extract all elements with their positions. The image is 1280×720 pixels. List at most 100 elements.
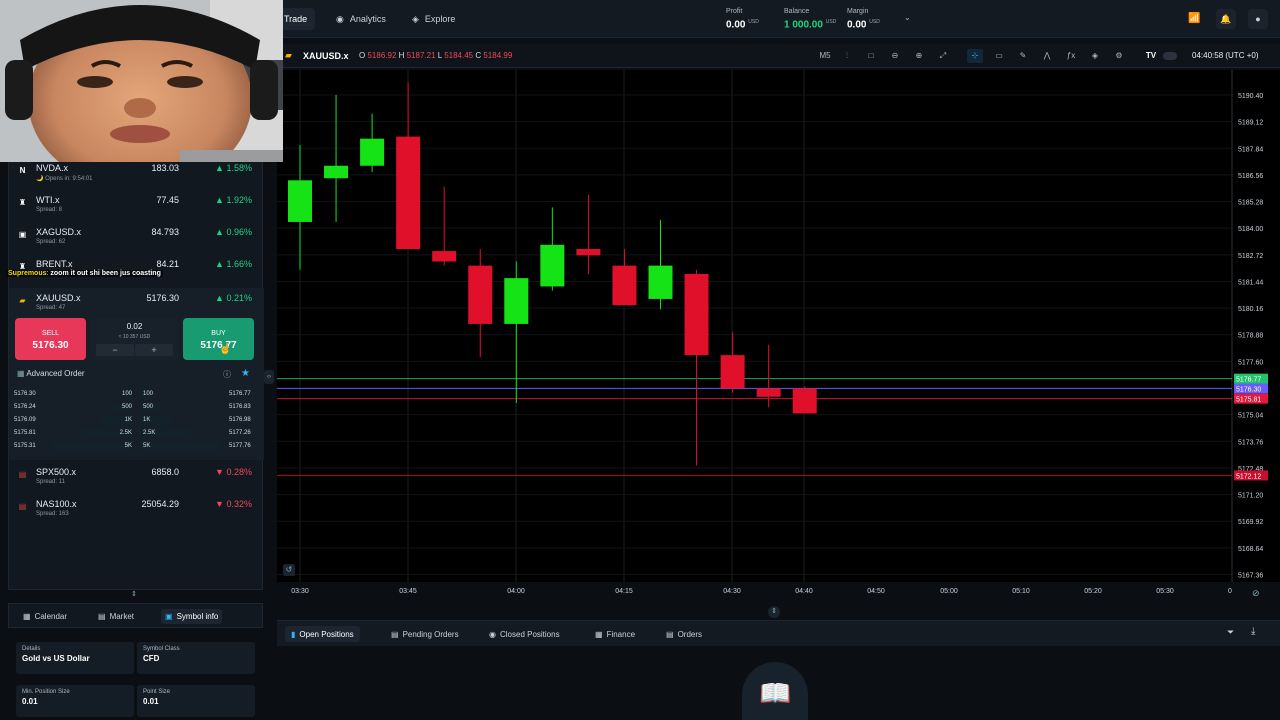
- x-tick-label: 04:40: [795, 588, 813, 595]
- zoom-out-icon[interactable]: ⊖: [887, 49, 903, 63]
- h-value: 5187.21: [406, 51, 436, 60]
- watchlist-row-brent[interactable]: ♜ BRENT.x 84.21 ▲ 1.66% Supremous: zoom …: [6, 256, 264, 288]
- filter-icon[interactable]: ⏷: [1227, 627, 1234, 638]
- watchlist-row-wti[interactable]: ♜ WTI.x Spread: 8 77.45 ▲ 1.92%: [9, 192, 264, 224]
- h-label: H: [398, 51, 405, 60]
- star-icon[interactable]: ★: [241, 368, 250, 379]
- crosshair-icon[interactable]: ⊹: [967, 49, 983, 63]
- fullscreen-icon[interactable]: ⤢: [935, 49, 951, 63]
- ask-price: 5176.77: [229, 391, 251, 397]
- decrease-button[interactable]: −: [96, 344, 134, 356]
- symbol-name: XAGUSD.x: [36, 227, 82, 237]
- tab-label: Orders: [677, 629, 703, 639]
- bid-price: 5176.30: [14, 391, 36, 397]
- toggle-switch[interactable]: [1163, 52, 1177, 60]
- tab-finance[interactable]: ▦ Finance: [589, 626, 641, 642]
- symbol-sub: Spread: 47: [36, 305, 66, 311]
- info-icon[interactable]: ⓘ: [223, 369, 231, 380]
- watchlist-row-xagusd[interactable]: ▣ XAGUSD.x Spread: 62 84.793 ▲ 0.96%: [9, 224, 264, 256]
- symbol-change: ▲ 1.92%: [204, 195, 252, 205]
- panel-resize-handle[interactable]: ⇕: [131, 590, 137, 598]
- arrow-up-icon: ▲: [215, 293, 227, 303]
- empty-state-illustration: 📖: [742, 662, 808, 720]
- candle-body: [288, 180, 312, 222]
- symbol-price: 84.21: [156, 259, 179, 269]
- account-dropdown-chevron-icon[interactable]: ⌄: [904, 13, 911, 22]
- symbol-change-value: 0.21%: [226, 293, 252, 303]
- profit-display: Profit 0.00 USD: [726, 7, 759, 30]
- point-size-card: Point Size 0.01: [137, 685, 255, 717]
- details-value: Gold vs US Dollar: [22, 654, 90, 663]
- tab-closed-positions[interactable]: ◉ Closed Positions: [483, 626, 566, 642]
- y-tick-label: 5190.40: [1238, 93, 1263, 100]
- candle-body: [684, 273, 709, 356]
- x-tick-label: 04:00: [507, 588, 525, 595]
- pattern-icon[interactable]: ⋀: [1039, 49, 1055, 63]
- panel-resize-handle[interactable]: ⇕: [768, 606, 780, 618]
- arrow-up-icon: ▲: [215, 227, 227, 237]
- balance-value: 1 000.00: [784, 19, 823, 31]
- candle-body: [540, 244, 565, 287]
- tab-analytics[interactable]: ◉ Analytics: [328, 8, 394, 30]
- account-icon[interactable]: ●: [1248, 9, 1268, 29]
- tab-market[interactable]: ▤ Market: [94, 609, 138, 624]
- ask-price: 5176.98: [229, 417, 251, 423]
- horizontal-line-icon[interactable]: ▭: [991, 49, 1007, 63]
- ask-volume: 100: [143, 391, 154, 397]
- o-label: O: [359, 51, 366, 60]
- x-tick-label: 04:50: [867, 588, 885, 595]
- indicators-icon[interactable]: ƒx: [1063, 49, 1079, 63]
- increase-button[interactable]: +: [135, 344, 173, 356]
- watchlist-row-nas100[interactable]: ▤ NAS100.x Spread: 163 25054.29 ▼ 0.32%: [9, 496, 264, 528]
- margin-value: 0.00: [847, 19, 867, 31]
- watchlist-row-nvda[interactable]: N NVDA.x 🌙 Opens in: 9:54:01 183.03 ▲ 1.…: [9, 160, 264, 192]
- price-label: 5176.30: [1236, 386, 1261, 393]
- chart-symbol[interactable]: XAUUSD.x: [303, 51, 349, 61]
- candle-type-icon[interactable]: ⫶: [839, 49, 855, 63]
- chart-settings-icon[interactable]: ⊘: [1252, 588, 1260, 599]
- candle-body: [360, 138, 385, 166]
- bell-icon[interactable]: 🔔: [1216, 9, 1236, 29]
- download-icon[interactable]: ⤓: [1251, 626, 1255, 637]
- tab-symbol-info[interactable]: ▣ Symbol info: [161, 609, 223, 624]
- advanced-order-toggle[interactable]: ▦ Advanced Order: [17, 369, 85, 378]
- symbol-sub-text: Opens in: 9:54:01: [45, 176, 93, 182]
- symbol-name: NAS100.x: [36, 499, 77, 509]
- bottom-left-tabs: ▦ Calendar ▤ Market ▣ Symbol info: [8, 603, 263, 628]
- layers-icon[interactable]: ◈: [1087, 49, 1103, 63]
- quantity-stepper[interactable]: 0.02 ≈ 10 357 USD − +: [91, 318, 178, 360]
- orderbook-row: 5176.30 100 100 5176.77: [14, 389, 259, 400]
- tab-label: Open Positions: [299, 629, 354, 639]
- symbol-change-value: 0.28%: [226, 467, 252, 477]
- zoom-in-icon[interactable]: ⊕: [911, 49, 927, 63]
- pencil-icon[interactable]: ✎: [1015, 49, 1031, 63]
- square-icon[interactable]: □: [863, 49, 879, 63]
- bid-volume: 100: [121, 391, 132, 397]
- settings-gear-icon[interactable]: ⚙: [1111, 49, 1127, 63]
- bid-price: 5175.81: [14, 430, 36, 436]
- tab-pending-orders[interactable]: ▤ Pending Orders: [385, 626, 465, 642]
- tab-open-positions[interactable]: ▮ Open Positions: [285, 626, 360, 642]
- symbol-price: 5176.30: [146, 293, 179, 303]
- timeframe-selector[interactable]: M5: [815, 49, 835, 63]
- watchlist-row-spx500[interactable]: ▤ SPX500.x Spread: 11 6858.0 ▼ 0.28%: [9, 464, 264, 496]
- panel-collapse-handle[interactable]: ‹›: [264, 370, 274, 384]
- o-value: 5186.92: [367, 51, 397, 60]
- stream-chat-comment: Supremous: zoom it out shi been jus coas…: [6, 270, 163, 277]
- ask-depth-bar: [141, 442, 221, 451]
- balance-ccy: USD: [825, 19, 837, 25]
- positions-tabs: ▮ Open Positions ▤ Pending Orders ◉ Closed …: [277, 620, 1280, 646]
- price-chart[interactable]: 5190.40 5189.12 5187.84 5186.56 5185.28 5184.…: [277, 70, 1280, 600]
- class-label: Symbol Class: [143, 646, 180, 652]
- tab-calendar[interactable]: ▦ Calendar: [19, 609, 71, 624]
- gold-icon: ▰: [19, 296, 26, 305]
- candle-body: [792, 388, 817, 414]
- reset-chart-icon[interactable]: ↺: [283, 564, 295, 576]
- chart-clock: 04:40:58 (UTC +0): [1192, 51, 1259, 60]
- y-tick-label: 5181.44: [1238, 279, 1263, 286]
- sell-button[interactable]: SELL 5176.30: [15, 318, 86, 360]
- tab-explore[interactable]: ◈ Explore: [404, 8, 463, 30]
- symbol-name: BRENT.x: [36, 259, 73, 269]
- webcam-overlay: [0, 0, 283, 162]
- tab-orders[interactable]: ▤ Orders: [660, 626, 708, 642]
